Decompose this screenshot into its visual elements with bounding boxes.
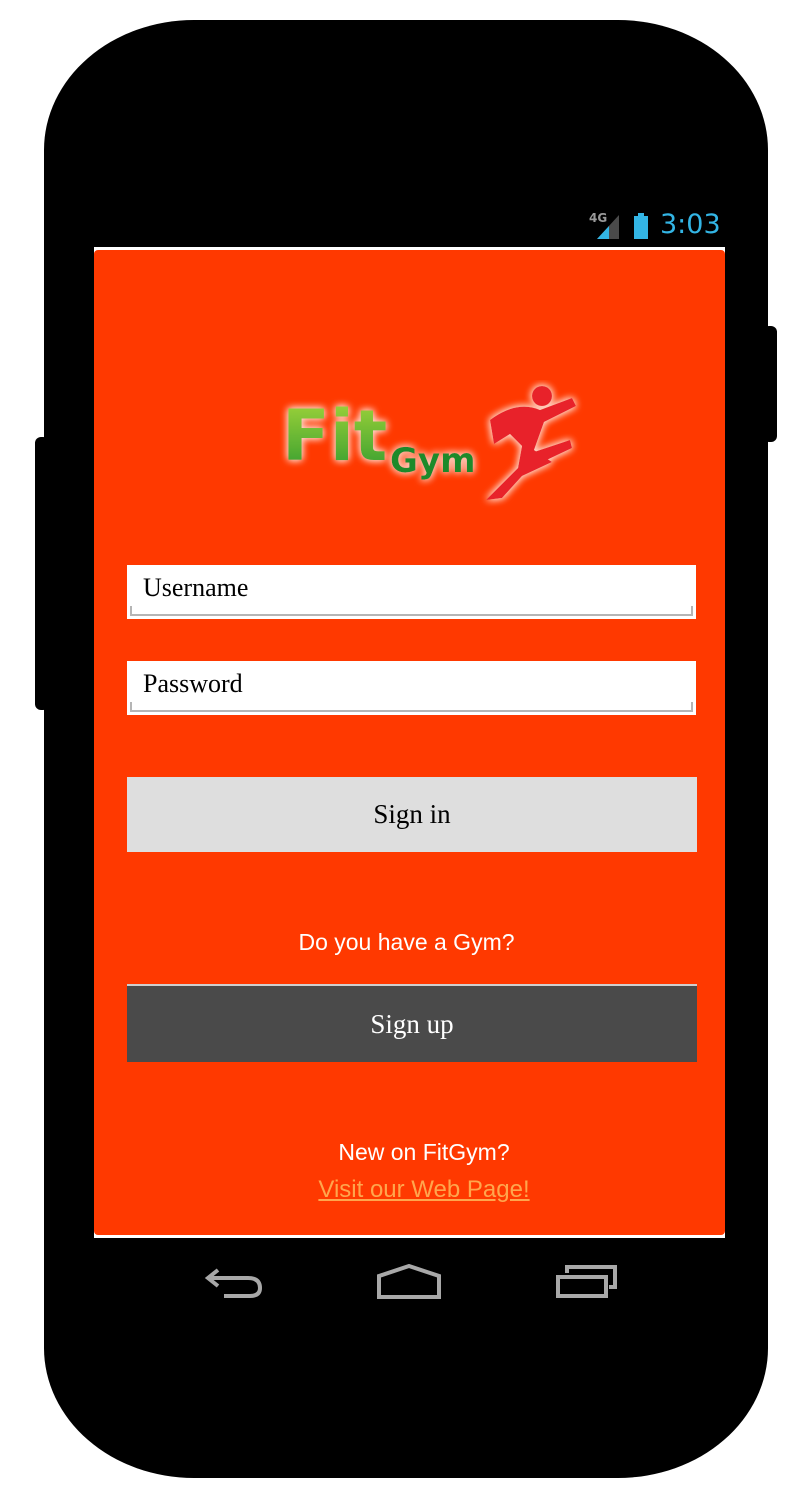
new-on-fitgym-text: New on FitGym? [338, 1139, 510, 1165]
svg-text:4G: 4G [589, 211, 607, 225]
password-input[interactable] [143, 665, 683, 703]
status-bar: 4G 3:03 [94, 203, 725, 247]
back-icon[interactable] [204, 1264, 264, 1298]
password-underline [130, 702, 693, 712]
svg-text:Fit: Fit [282, 395, 387, 477]
gym-question-text: Do you have a Gym? [298, 929, 515, 955]
battery-icon [634, 213, 648, 239]
volume-button [35, 437, 49, 710]
login-screen: Fit Gym Sign in Do you have a Gym? Sign … [94, 250, 725, 1235]
status-clock: 3:03 [660, 209, 721, 240]
running-man-icon [486, 386, 576, 500]
sign-up-button[interactable]: Sign up [127, 984, 697, 1062]
svg-text:Gym: Gym [390, 441, 476, 481]
username-underline [130, 606, 693, 616]
home-icon[interactable] [376, 1264, 442, 1300]
password-field[interactable] [127, 661, 696, 715]
power-button [763, 326, 777, 442]
network-signal-icon: 4G [589, 211, 619, 239]
recent-apps-icon[interactable] [555, 1263, 619, 1299]
username-input[interactable] [143, 569, 683, 607]
fitgym-logo: Fit Gym [282, 386, 576, 500]
username-field[interactable] [127, 565, 696, 619]
sign-in-button[interactable]: Sign in [127, 777, 697, 852]
navigation-bar [94, 1238, 725, 1321]
visit-web-page-link[interactable]: Visit our Web Page! [124, 1176, 724, 1204]
